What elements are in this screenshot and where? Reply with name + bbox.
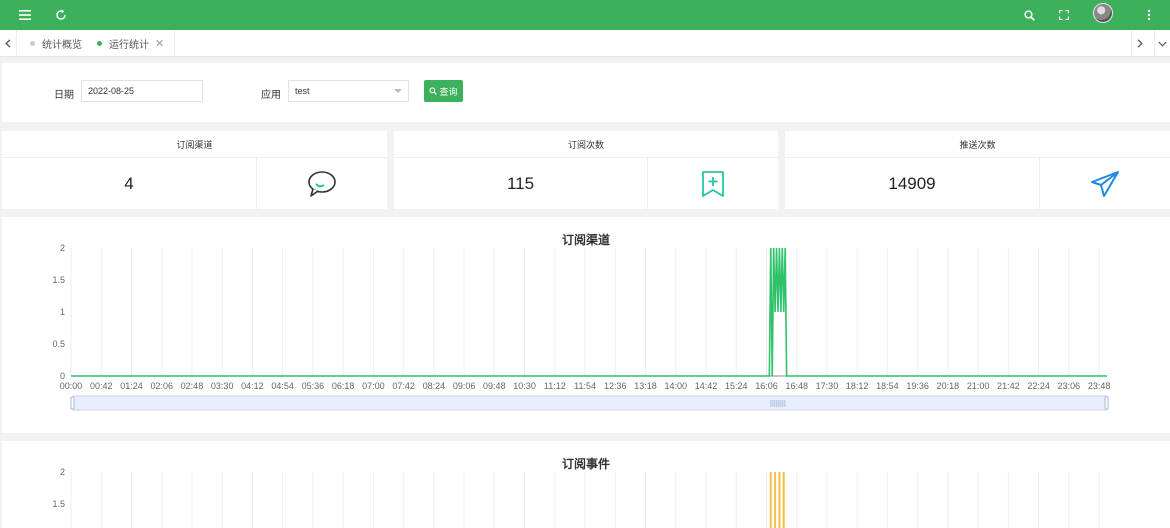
more-vertical-icon[interactable] bbox=[1134, 0, 1164, 30]
tab-dot bbox=[97, 41, 102, 46]
date-input[interactable]: 2022-08-25 bbox=[81, 80, 203, 102]
stat-icon-box bbox=[647, 158, 778, 209]
x-tick-label: 07:42 bbox=[392, 381, 415, 391]
tab-dot bbox=[30, 41, 35, 46]
x-tick-label: 09:06 bbox=[453, 381, 476, 391]
x-tick-label: 20:18 bbox=[937, 381, 960, 391]
zoom-slider-handle-left bbox=[70, 396, 75, 410]
app-select-value: test bbox=[295, 86, 310, 96]
chart-channels: 0 0.5 1 1.5 2 00:00 00:42 01:24 02:06 02:48 03:30 0… bbox=[52, 243, 1111, 411]
y-tick-label: 1 bbox=[60, 307, 65, 317]
x-tick-label: 04:54 bbox=[271, 381, 294, 391]
chat-bubble-icon bbox=[308, 170, 336, 197]
x-tick-label: 02:06 bbox=[150, 381, 173, 391]
x-tick-label: 23:48 bbox=[1088, 381, 1111, 391]
tab-strip: 统计概览 运行统计 ✕ bbox=[0, 30, 1170, 57]
y-tick-label: 2 bbox=[60, 467, 65, 477]
y-tick-label: 2 bbox=[60, 243, 65, 253]
x-tick-label: 02:48 bbox=[181, 381, 204, 391]
series-line bbox=[71, 247, 1107, 377]
x-tick-label: 10:30 bbox=[513, 381, 536, 391]
x-tick-label: 21:42 bbox=[997, 381, 1020, 391]
stat-card-pushes: 推送次数 14909 bbox=[785, 131, 1170, 209]
stat-card-value: 4 bbox=[124, 173, 134, 193]
x-tick-label: 16:06 bbox=[755, 381, 778, 391]
x-tick-label: 01:24 bbox=[120, 381, 143, 391]
stat-card-subscriptions: 订阅次数 115 bbox=[394, 131, 778, 209]
x-tick-label: 11:54 bbox=[574, 381, 596, 391]
x-tick-label: 19:36 bbox=[906, 381, 929, 391]
chart-events: 1.52 bbox=[52, 467, 1100, 528]
x-tick-label: 00:42 bbox=[90, 381, 113, 391]
x-tick-label: 03:30 bbox=[211, 381, 234, 391]
x-tick-label: 06:18 bbox=[332, 381, 355, 391]
x-tick-label: 18:12 bbox=[846, 381, 869, 391]
chevron-right-icon bbox=[1137, 39, 1143, 48]
top-bar bbox=[0, 0, 1170, 30]
stat-card-title: 推送次数 bbox=[785, 131, 1170, 158]
zoom-slider-handle-right bbox=[1104, 396, 1109, 410]
x-tick-label: 13:18 bbox=[634, 381, 657, 391]
search-icon[interactable] bbox=[1014, 0, 1044, 30]
chart-panel-channels: 订阅渠道 0 0.5 1 1.5 2 00:00 00:42 01:24 02:06 02:48 0… bbox=[2, 217, 1170, 433]
y-tick-label: 0 bbox=[60, 371, 65, 381]
x-tick-label: 05:36 bbox=[302, 381, 325, 391]
y-tick-label: 1.5 bbox=[52, 275, 65, 285]
stat-icon-box bbox=[256, 158, 387, 209]
chevron-left-icon bbox=[5, 39, 11, 48]
refresh-icon[interactable] bbox=[46, 0, 76, 30]
x-tick-label: 21:00 bbox=[967, 381, 990, 391]
x-tick-label: 07:00 bbox=[362, 381, 385, 391]
app-label: 应用 bbox=[261, 90, 281, 101]
x-tick-label: 16:48 bbox=[785, 381, 808, 391]
tab-label: 统计概览 bbox=[42, 40, 82, 51]
zoom-slider-track bbox=[72, 395, 1108, 411]
stat-card-value: 115 bbox=[506, 173, 535, 193]
tab-runtime-stats[interactable]: 运行统计 ✕ bbox=[97, 30, 176, 57]
tab-scroll-right-button[interactable] bbox=[1131, 30, 1148, 57]
query-button-label: 查询 bbox=[439, 86, 458, 97]
paper-plane-icon bbox=[1091, 170, 1119, 197]
tab-scroll-left-button[interactable] bbox=[0, 30, 17, 57]
caret-down-icon bbox=[394, 89, 402, 93]
x-tick-label: 00:00 bbox=[60, 381, 83, 391]
y-tick-label: 1.5 bbox=[52, 499, 65, 509]
chart-panel-events: 订阅事件 1.5 2 bbox=[2, 441, 1170, 528]
chevron-down-icon bbox=[1158, 41, 1167, 47]
x-tick-label: 11:12 bbox=[544, 381, 566, 391]
x-tick-label: 09:48 bbox=[483, 381, 506, 391]
x-tick-label: 08:24 bbox=[423, 381, 446, 391]
x-tick-label: 04:12 bbox=[241, 381, 264, 391]
x-tick-label: 23:06 bbox=[1058, 381, 1081, 391]
tab-menu-button[interactable] bbox=[1154, 30, 1170, 57]
x-tick-label: 14:00 bbox=[664, 381, 687, 391]
menu-icon[interactable] bbox=[10, 0, 40, 30]
tab-label: 运行统计 bbox=[109, 40, 149, 51]
tab-overview[interactable]: 统计概览 bbox=[30, 30, 82, 57]
stat-card-title: 订阅渠道 bbox=[2, 131, 387, 158]
query-button[interactable]: 查询 bbox=[424, 80, 463, 102]
bookmark-add-icon bbox=[702, 170, 724, 197]
y-tick-label: 0.5 bbox=[52, 339, 65, 349]
filter-panel: 日期 2022-08-25 应用 test 查询 bbox=[2, 63, 1170, 122]
date-label: 日期 bbox=[54, 90, 74, 101]
x-tick-label: 18:54 bbox=[876, 381, 899, 391]
x-tick-label: 15:24 bbox=[725, 381, 748, 391]
x-tick-label: 14:42 bbox=[695, 381, 718, 391]
stat-card-channels: 订阅渠道 4 bbox=[2, 131, 387, 209]
search-icon bbox=[429, 87, 438, 95]
x-tick-label: 17:30 bbox=[816, 381, 839, 391]
app-select[interactable]: test bbox=[288, 80, 409, 102]
avatar[interactable] bbox=[1093, 3, 1113, 23]
stat-card-value: 14909 bbox=[888, 173, 936, 193]
stat-icon-box bbox=[1039, 158, 1170, 209]
x-tick-label: 22:24 bbox=[1027, 381, 1050, 391]
stat-card-title: 订阅次数 bbox=[394, 131, 778, 158]
close-icon[interactable]: ✕ bbox=[155, 37, 164, 50]
fullscreen-icon[interactable] bbox=[1049, 0, 1079, 30]
x-tick-label: 12:36 bbox=[604, 381, 627, 391]
